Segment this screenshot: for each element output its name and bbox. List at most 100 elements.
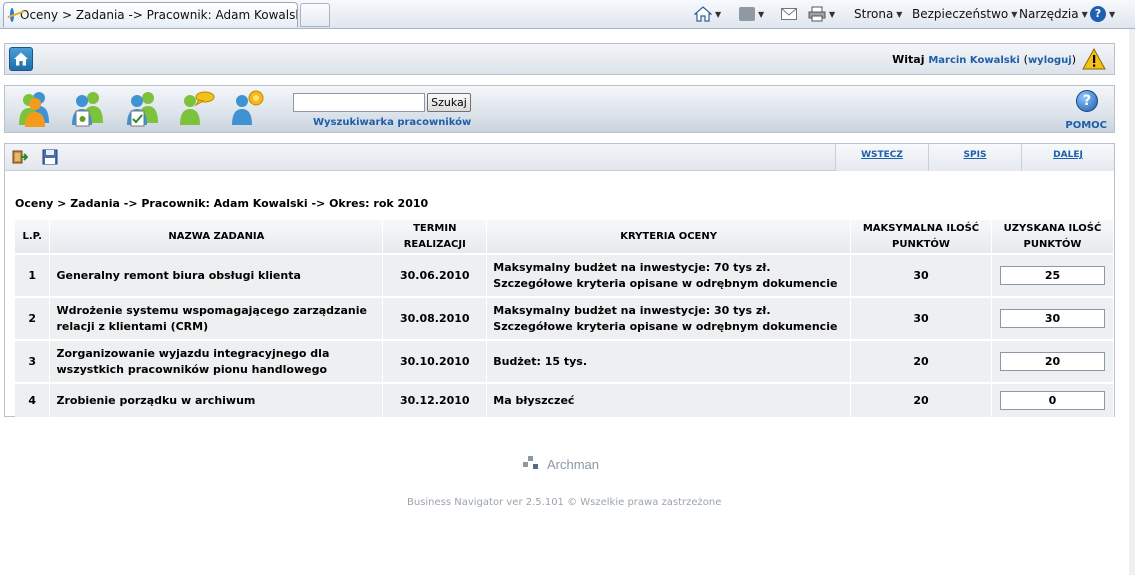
- copyright-text: Business Navigator ver 2.5.101 © Wszelki…: [407, 497, 722, 508]
- browser-tab[interactable]: Oceny > Zadania -> Pracownik: Adam Kowal…: [3, 2, 298, 27]
- row-criteria: Maksymalny budżet na inwestycje: 30 tys …: [486, 296, 852, 340]
- obtained-points-input[interactable]: [999, 352, 1105, 371]
- col-header-max-line1: MAKSYMALNA ILOŚĆ: [862, 222, 980, 234]
- col-header-max-line2: PUNKTÓW: [892, 238, 950, 250]
- col-header-lp: L.P.: [15, 220, 51, 254]
- row-task-name: Zrobienie porządku w archiwum: [49, 382, 384, 417]
- row-deadline: 30.10.2010: [382, 339, 488, 383]
- row-task-name: Zorganizowanie wyjazdu integracyjnego dl…: [49, 339, 384, 383]
- row-criteria: Budżet: 15 tys.: [486, 339, 852, 383]
- obtained-points-input[interactable]: [999, 391, 1105, 410]
- rss-icon: [739, 7, 755, 21]
- welcome-label: Witaj: [892, 53, 925, 66]
- breadcrumb: Oceny > Zadania -> Pracownik: Adam Kowal…: [15, 197, 429, 210]
- warning-icon[interactable]: [1082, 48, 1106, 70]
- row-deadline: 30.06.2010: [382, 253, 488, 297]
- employee-card-icon[interactable]: [67, 89, 107, 127]
- help-command[interactable]: ? ▼: [1090, 4, 1115, 24]
- col-header-got-line2: PUNKTÓW: [1023, 238, 1082, 250]
- col-header-obtained-points: UZYSKANA ILOŚĆ PUNKTÓW: [991, 220, 1115, 254]
- row-max-points: 20: [850, 382, 992, 417]
- row-obtained-cell: [991, 253, 1115, 297]
- chevron-down-icon: ▼: [896, 9, 903, 19]
- home-button[interactable]: [9, 47, 33, 71]
- index-link[interactable]: SPIS: [928, 144, 1021, 171]
- row-obtained-cell: [991, 296, 1115, 340]
- back-link[interactable]: WSTECZ: [835, 144, 928, 171]
- welcome-text: Witaj Marcin Kowalski (wyloguj): [892, 53, 1076, 66]
- table-header-row: L.P. NAZWA ZADANIA TERMIN REALIZACJI KRYT…: [15, 220, 1115, 254]
- search-caption-link[interactable]: Wyszukiwarka pracowników: [313, 117, 471, 128]
- bezpieczenstwo-menu-label: Bezpieczeństwo: [912, 7, 1009, 21]
- home-icon: [14, 52, 28, 66]
- col-header-deadline-line1: TERMIN: [413, 222, 457, 234]
- feeds-command[interactable]: ▼: [739, 4, 764, 24]
- save-icon[interactable]: [42, 149, 58, 165]
- print-command[interactable]: ▼: [808, 4, 835, 24]
- mail-command[interactable]: [781, 4, 797, 24]
- row-task-name: Wdrożenie systemu wspomagającego zarządz…: [49, 296, 384, 340]
- employees-group-icon[interactable]: [13, 89, 53, 127]
- employee-message-icon[interactable]: [175, 89, 215, 127]
- col-header-deadline-line2: REALIZACJI: [403, 238, 466, 250]
- search-button[interactable]: Szukaj: [427, 93, 471, 112]
- mail-icon: [781, 8, 797, 20]
- row-deadline: 30.12.2010: [382, 382, 488, 417]
- logout-link[interactable]: wyloguj: [1028, 55, 1072, 66]
- panel-toolbar: WSTECZ SPIS DALEJ: [5, 144, 1114, 171]
- table-row: 1 Generalny remont biura obsługi klienta…: [15, 253, 1115, 297]
- exit-icon[interactable]: [12, 149, 28, 165]
- employee-approve-icon[interactable]: [122, 89, 162, 127]
- ie-icon: [10, 8, 14, 22]
- home-icon: [694, 6, 712, 22]
- chevron-down-icon: ▼: [1011, 9, 1018, 19]
- row-task-name: Generalny remont biura obsługi klienta: [49, 253, 384, 297]
- chevron-down-icon: ▼: [1109, 9, 1116, 19]
- chevron-down-icon: ▼: [1081, 9, 1088, 19]
- browser-tab-title: Oceny > Zadania -> Pracownik: Adam Kowal…: [20, 8, 298, 22]
- archman-logo-mark: [523, 456, 541, 472]
- printer-icon: [808, 6, 826, 22]
- close-paren: ): [1071, 53, 1076, 66]
- row-max-points: 30: [850, 296, 992, 340]
- col-header-criteria: KRYTERIA OCENY: [486, 220, 852, 254]
- archman-logo-text: Archman: [547, 456, 600, 472]
- row-max-points: 30: [850, 253, 992, 297]
- table-row: 3 Zorganizowanie wyjazdu integracyjnego …: [15, 339, 1115, 383]
- help-icon[interactable]: ?: [1076, 90, 1098, 112]
- obtained-points-input[interactable]: [999, 309, 1105, 328]
- col-header-name: NAZWA ZADANIA: [49, 220, 384, 254]
- strona-menu-label: Strona: [854, 7, 894, 21]
- employee-search-input[interactable]: [293, 93, 425, 112]
- narzedzia-menu-label: Narzędzia: [1019, 7, 1079, 21]
- narzedzia-menu[interactable]: Narzędzia ▼: [1019, 4, 1088, 24]
- scrollbar[interactable]: [1129, 29, 1135, 575]
- next-link[interactable]: DALEJ: [1021, 144, 1114, 171]
- user-name-link[interactable]: Marcin Kowalski: [928, 55, 1019, 66]
- table-row: 2 Wdrożenie systemu wspomagającego zarzą…: [15, 296, 1115, 340]
- strona-menu[interactable]: Strona ▼: [854, 4, 902, 24]
- home-command[interactable]: ▼: [694, 4, 721, 24]
- chevron-down-icon: ▼: [758, 9, 765, 19]
- employee-star-icon[interactable]: [227, 89, 267, 127]
- row-max-points: 20: [850, 339, 992, 383]
- row-deadline: 30.08.2010: [382, 296, 488, 340]
- new-tab-button[interactable]: [300, 3, 330, 27]
- archman-logo: Archman: [523, 456, 599, 472]
- row-obtained-cell: [991, 339, 1115, 383]
- pager-nav: WSTECZ SPIS DALEJ: [835, 144, 1114, 171]
- chevron-down-icon: ▼: [715, 9, 722, 19]
- col-header-max-points: MAKSYMALNA ILOŚĆ PUNKTÓW: [850, 220, 992, 254]
- tasks-table: L.P. NAZWA ZADANIA TERMIN REALIZACJI KRYT…: [15, 220, 1115, 417]
- row-lp: 4: [15, 382, 51, 417]
- row-criteria: Ma błyszczeć: [486, 382, 852, 417]
- help-link[interactable]: POMOC: [1065, 120, 1107, 131]
- row-obtained-cell: [991, 382, 1115, 417]
- obtained-points-input[interactable]: [999, 266, 1105, 285]
- chevron-down-icon: ▼: [829, 9, 836, 19]
- col-header-got-line1: UZYSKANA ILOŚĆ: [1003, 222, 1102, 234]
- bezpieczenstwo-menu[interactable]: Bezpieczeństwo ▼: [912, 4, 1017, 24]
- browser-toolbar: Oceny > Zadania -> Pracownik: Adam Kowal…: [0, 0, 1135, 29]
- row-lp: 3: [15, 339, 51, 383]
- main-panel: WSTECZ SPIS DALEJ Oceny > Zadania -> Pra…: [4, 143, 1115, 417]
